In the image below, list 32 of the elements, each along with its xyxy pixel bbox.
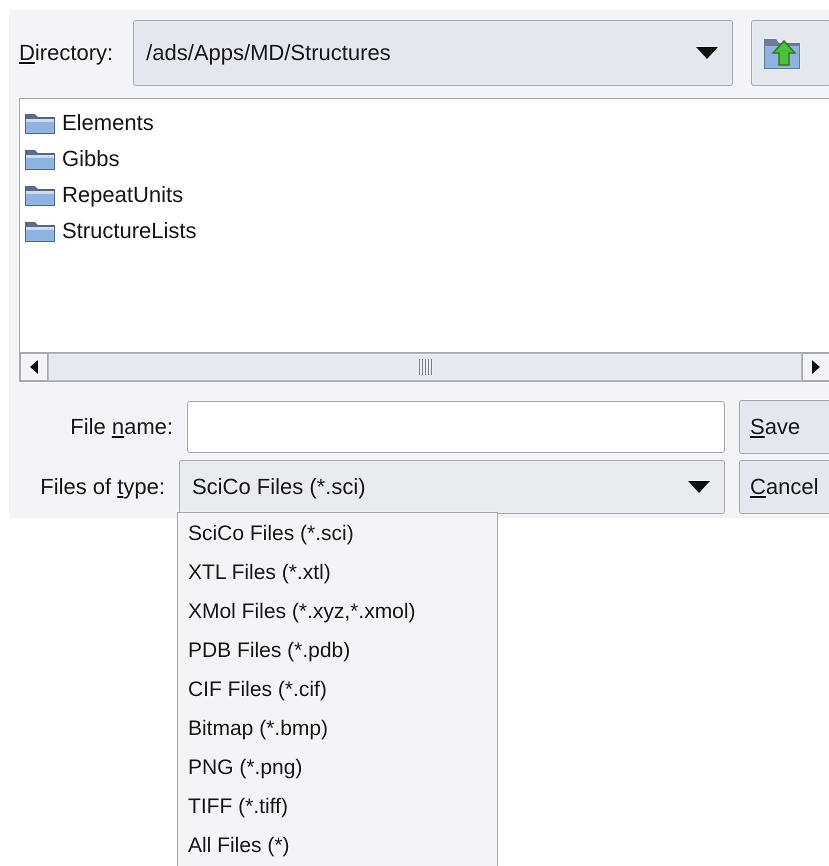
scroll-left-icon bbox=[29, 360, 39, 374]
scroll-right-icon bbox=[811, 360, 821, 374]
dropdown-arrow-icon bbox=[696, 47, 718, 59]
horizontal-scrollbar[interactable] bbox=[20, 352, 829, 381]
folder-icon bbox=[24, 219, 56, 243]
dropdown-arrow-icon bbox=[688, 481, 710, 493]
file-name-label: File name: bbox=[69, 414, 173, 440]
up-folder-button[interactable] bbox=[751, 20, 829, 86]
folder-icon bbox=[24, 111, 56, 135]
file-type-option[interactable]: All Files (*) bbox=[178, 826, 497, 865]
file-type-option[interactable]: Bitmap (*.bmp) bbox=[178, 709, 497, 748]
folder-icon bbox=[24, 183, 56, 207]
directory-dropdown[interactable]: /ads/Apps/MD/Structures bbox=[133, 20, 734, 86]
file-type-option[interactable]: PDB Files (*.pdb) bbox=[178, 631, 497, 670]
folder-item[interactable]: RepeatUnits bbox=[24, 177, 829, 213]
folder-item[interactable]: Elements bbox=[24, 105, 829, 141]
folder-item[interactable]: Gibbs bbox=[24, 141, 829, 177]
file-type-option[interactable]: CIF Files (*.cif) bbox=[178, 670, 497, 709]
save-button[interactable]: Save bbox=[739, 400, 829, 454]
file-type-option[interactable]: XMol Files (*.xyz,*.xmol) bbox=[178, 592, 497, 631]
file-type-option[interactable]: PNG (*.png) bbox=[178, 748, 497, 787]
folder-icon bbox=[24, 147, 56, 171]
file-name-field[interactable] bbox=[187, 401, 725, 453]
file-type-option[interactable]: XTL Files (*.xtl) bbox=[178, 553, 497, 592]
file-type-option[interactable]: SciCo Files (*.sci) bbox=[178, 514, 497, 553]
file-type-option[interactable]: TIFF (*.tiff) bbox=[178, 787, 497, 826]
file-type-dropdown[interactable]: SciCo Files (*.sci) bbox=[179, 460, 725, 514]
cancel-button[interactable]: Cancel bbox=[739, 460, 829, 514]
grip-icon bbox=[418, 359, 432, 375]
folder-item[interactable]: StructureLists bbox=[24, 213, 829, 249]
file-type-label: Files of type: bbox=[39, 474, 165, 500]
directory-label: Directory: bbox=[19, 40, 114, 66]
